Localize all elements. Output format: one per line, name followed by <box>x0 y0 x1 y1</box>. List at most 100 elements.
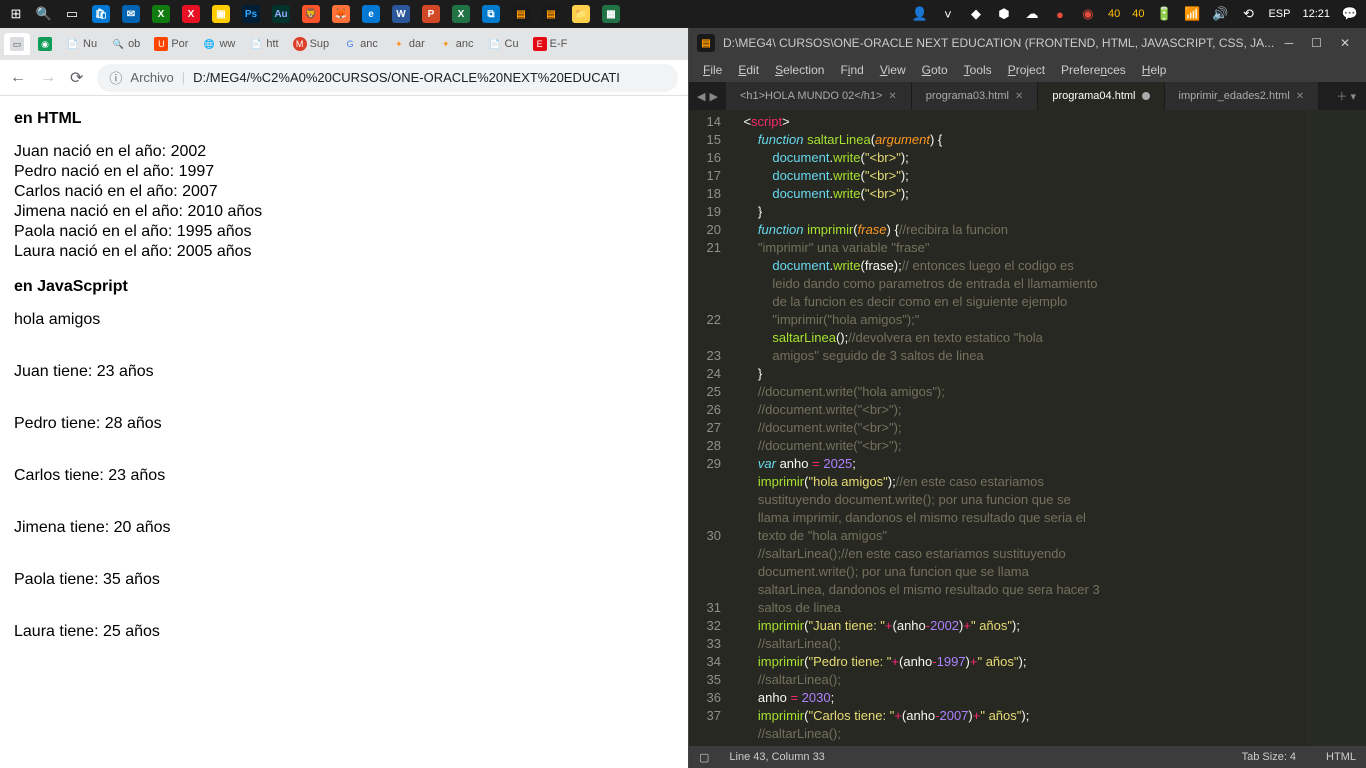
tray-red-icon[interactable]: ● <box>1052 6 1068 22</box>
nav-forward-icon[interactable]: ▶ <box>709 90 717 103</box>
browser-tab[interactable]: UPor <box>148 33 194 55</box>
tray-app-icon[interactable]: ⬢ <box>996 6 1012 22</box>
notifications-icon[interactable]: 💬 <box>1342 6 1358 22</box>
browser-tab[interactable]: 📄htt <box>243 33 284 55</box>
tray-number-2: 40 <box>1132 8 1144 20</box>
powerpoint-icon[interactable]: P <box>422 5 440 23</box>
clock[interactable]: 12:21 <box>1302 8 1330 20</box>
tray-red-icon-2[interactable]: ◉ <box>1080 6 1096 22</box>
content-line: Pedro nació en el año: 1997 <box>14 162 674 182</box>
vscode-icon[interactable]: ⧉ <box>482 5 500 23</box>
volume-icon[interactable]: 🔊 <box>1212 6 1228 22</box>
code-area[interactable]: 141516171819 20 21 22 232425262728 29 30… <box>689 110 1366 746</box>
search-icon[interactable]: 🔍 <box>36 6 52 22</box>
sync-icon[interactable]: ⟲ <box>1240 6 1256 22</box>
browser-tab[interactable]: 🌐ww <box>196 33 241 55</box>
menu-tools[interactable]: Tools <box>958 61 998 79</box>
browser-tabs: ▭ ◉ 📄Nu 🔍ob UPor 🌐ww 📄htt MSup Ganc ✦dar… <box>0 28 688 60</box>
dropbox-icon[interactable]: ◆ <box>968 6 984 22</box>
tray-number-1: 40 <box>1108 8 1120 20</box>
browser-content: en HTML Juan nació en el año: 2002 Pedro… <box>0 96 688 768</box>
app-icon-2[interactable]: ▦ <box>602 5 620 23</box>
reload-icon[interactable]: ⟳ <box>70 68 83 88</box>
sublime-taskbar-icon-2[interactable]: ▤ <box>542 5 560 23</box>
menu-edit[interactable]: Edit <box>732 61 765 79</box>
firefox-icon[interactable]: 🦊 <box>332 5 350 23</box>
main-area: ▭ ◉ 📄Nu 🔍ob UPor 🌐ww 📄htt MSup Ganc ✦dar… <box>0 28 1366 768</box>
browser-tab[interactable]: ◉ <box>32 33 58 55</box>
menu-find[interactable]: Find <box>834 61 869 79</box>
photoshop-icon[interactable]: Ps <box>242 5 260 23</box>
explorer-icon[interactable]: 📁 <box>572 5 590 23</box>
menu-goto[interactable]: Goto <box>916 61 954 79</box>
content-line: Juan tiene: 23 años <box>14 362 674 382</box>
minimize-icon[interactable]: ─ <box>1285 36 1294 50</box>
status-sidebar-icon[interactable]: ▢ <box>699 751 709 764</box>
tab-close-icon[interactable]: ✕ <box>1296 91 1304 102</box>
menu-help[interactable]: Help <box>1136 61 1173 79</box>
menu-selection[interactable]: Selection <box>769 61 830 79</box>
chevron-up-icon[interactable]: ˅ <box>940 6 956 22</box>
maximize-icon[interactable]: ☐ <box>1311 36 1322 50</box>
mail-icon[interactable]: ✉ <box>122 5 140 23</box>
browser-restore-tab[interactable]: ▭ <box>4 33 30 55</box>
heading-html: en HTML <box>14 110 674 128</box>
brave-icon[interactable]: 🦁 <box>302 5 320 23</box>
close-icon[interactable]: ✕ <box>1340 36 1350 50</box>
store-icon[interactable]: 🛍 <box>92 5 110 23</box>
browser-tab[interactable]: 📄Cu <box>482 33 525 55</box>
back-icon[interactable]: ← <box>10 69 26 87</box>
start-icon[interactable]: ⊞ <box>8 6 24 22</box>
minimap[interactable] <box>1306 110 1366 746</box>
browser-tab[interactable]: 📄Nu <box>60 33 103 55</box>
content-line: Paola tiene: 35 años <box>14 570 674 590</box>
content-line: hola amigos <box>14 310 674 330</box>
windows-taskbar: ⊞ 🔍 ▭ 🛍 ✉ X X ▣ Ps Au 🦁 🦊 e W P X ⧉ ▤ ▤ … <box>0 0 1366 28</box>
sublime-window: ▤ D:\MEG4\ CURSOS\ONE-ORACLE NEXT EDUCAT… <box>688 28 1366 768</box>
tab-close-icon[interactable]: ✕ <box>888 91 896 102</box>
editor-tab[interactable]: <h1>HOLA MUNDO 02</h1>✕ <box>726 82 912 110</box>
unsaved-dot-icon <box>1142 92 1150 100</box>
code-content[interactable]: <script> function saltarLinea(argument) … <box>729 110 1366 746</box>
browser-tab[interactable]: ✦anc <box>433 33 480 55</box>
browser-tab[interactable]: MSup <box>287 33 336 55</box>
onedrive-icon[interactable]: ☁ <box>1024 6 1040 22</box>
word-icon[interactable]: W <box>392 5 410 23</box>
content-line: Jimena tiene: 20 años <box>14 518 674 538</box>
app-icon[interactable]: ▣ <box>212 5 230 23</box>
editor-tab-active[interactable]: programa04.html <box>1038 82 1164 110</box>
battery-icon[interactable]: 🔋 <box>1156 6 1172 22</box>
content-line: Carlos nació en el año: 2007 <box>14 182 674 202</box>
menu-project[interactable]: Project <box>1002 61 1051 79</box>
menu-view[interactable]: View <box>874 61 912 79</box>
url-text: D:/MEG4/%C2%A0%20CURSOS/ONE-ORACLE%20NEX… <box>193 70 620 85</box>
excel-icon[interactable]: X <box>452 5 470 23</box>
content-line: Juan nació en el año: 2002 <box>14 142 674 162</box>
status-syntax[interactable]: HTML <box>1326 751 1356 763</box>
xbox-icon[interactable]: X <box>152 5 170 23</box>
menu-file[interactable]: File <box>697 61 728 79</box>
sublime-taskbar-icon[interactable]: ▤ <box>512 5 530 23</box>
heading-js: en JavaScpript <box>14 278 674 296</box>
browser-tab[interactable]: Ganc <box>337 33 384 55</box>
browser-tab[interactable]: EE-F <box>527 33 574 55</box>
app-x-icon[interactable]: X <box>182 5 200 23</box>
browser-tab[interactable]: ✦dar <box>386 33 431 55</box>
taskbar-left: ⊞ 🔍 ▭ 🛍 ✉ X X ▣ Ps Au 🦁 🦊 e W P X ⧉ ▤ ▤ … <box>8 5 620 23</box>
status-position[interactable]: Line 43, Column 33 <box>729 751 824 763</box>
tab-add-dropdown[interactable]: ＋ ▾ <box>1326 88 1366 104</box>
editor-tab[interactable]: imprimir_edades2.html✕ <box>1165 82 1320 110</box>
taskview-icon[interactable]: ▭ <box>64 6 80 22</box>
editor-tab[interactable]: programa03.html✕ <box>912 82 1039 110</box>
wifi-icon[interactable]: 📶 <box>1184 6 1200 22</box>
address-bar[interactable]: ⓘ Archivo | D:/MEG4/%C2%A0%20CURSOS/ONE-… <box>97 64 678 92</box>
browser-tab[interactable]: 🔍ob <box>105 33 146 55</box>
audition-icon[interactable]: Au <box>272 5 290 23</box>
tray-icon[interactable]: 👤 <box>912 6 928 22</box>
language-indicator[interactable]: ESP <box>1268 8 1290 20</box>
menu-preferences[interactable]: Preferences <box>1055 61 1132 79</box>
status-tabsize[interactable]: Tab Size: 4 <box>1242 751 1296 763</box>
tab-close-icon[interactable]: ✕ <box>1015 91 1023 102</box>
nav-back-icon[interactable]: ◀ <box>697 90 705 103</box>
edge-icon[interactable]: e <box>362 5 380 23</box>
